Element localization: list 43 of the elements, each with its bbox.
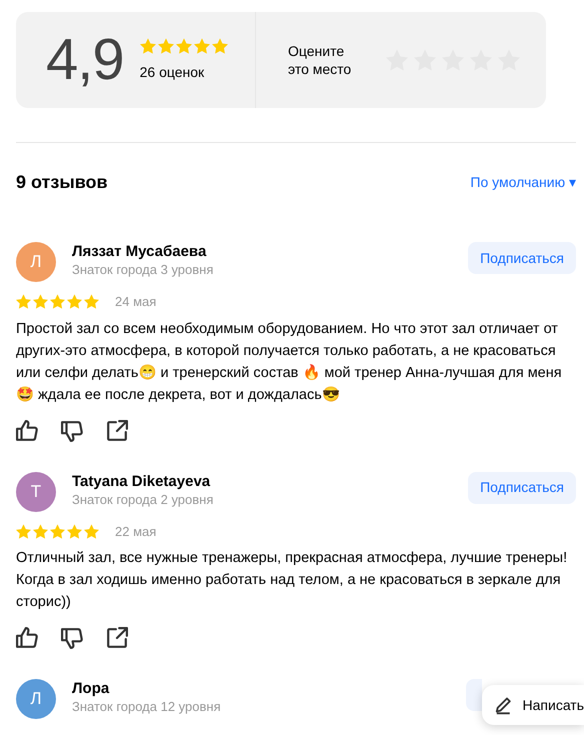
avatar: T	[16, 472, 56, 512]
star-icon	[158, 38, 174, 54]
subscribe-button[interactable]: Подписаться	[468, 472, 576, 504]
star-icon	[212, 38, 228, 54]
avatar: Л	[16, 679, 56, 719]
reviewer-name: Tatyana Diketayeva	[72, 472, 212, 490]
review-text: Отличный зал, все нужные тренажеры, прекрасная атмосфера, лучшие тренеры! Когда в зал ходишь именно работать над телом, а не красоваться в зеркале для сторис))	[16, 549, 568, 612]
review-date: 24 мая	[115, 293, 156, 311]
reviewer-level: Знаток города 3 уровня	[72, 261, 214, 279]
star-icon	[33, 294, 48, 310]
rate-prompt: Оцените это место	[288, 42, 352, 78]
reviewer-name: Ляззат Мусабаева	[72, 242, 208, 261]
star-icon	[33, 524, 48, 539]
star-icon	[140, 38, 156, 54]
star-icon	[50, 524, 65, 539]
reviewer-level: Знаток города 2 уровня	[72, 490, 214, 508]
star-icon	[194, 38, 210, 54]
share-icon[interactable]	[106, 627, 128, 649]
thumbs-up-icon[interactable]	[16, 420, 38, 442]
sort-link[interactable]: По умолчанию ▾	[470, 172, 576, 193]
thumbs-down-icon[interactable]	[61, 627, 83, 649]
avatar: Л	[16, 242, 56, 282]
pencil-icon	[494, 695, 513, 715]
star-icon	[16, 294, 31, 310]
reviewer-name: Лора	[72, 679, 110, 698]
rating-count: 26 оценок	[140, 62, 206, 82]
thumbs-down-icon[interactable]	[61, 420, 83, 442]
star-icon	[176, 38, 192, 54]
reviewer-level: Знаток города 12 уровня	[72, 698, 222, 716]
star-icon	[84, 294, 99, 310]
review-date: 22 мая	[115, 522, 156, 540]
star-icon	[84, 524, 99, 539]
star-icon	[50, 294, 65, 310]
rating-score: 4,9	[46, 31, 124, 89]
star-icon	[67, 524, 82, 539]
write-review-button[interactable]: Написать	[482, 685, 584, 725]
subscribe-button[interactable]: Подписаться	[468, 242, 576, 274]
review-text: Простой зал со всем необходимым оборудованием. Но что этот зал отличает от других-это атмосфера, в которой получается только работать, а не красоваться или селфи делать😁 и тренерский состав 🔥 мой тренер Анна-лучшая для меня🤩 ждала ее после декрета, вот и дождалась😎	[16, 320, 563, 404]
share-icon[interactable]	[106, 420, 128, 442]
star-icon	[67, 294, 82, 310]
star-icon	[16, 524, 31, 539]
reviews-count-title: 9 отзывов	[16, 171, 108, 194]
thumbs-up-icon[interactable]	[16, 627, 38, 649]
